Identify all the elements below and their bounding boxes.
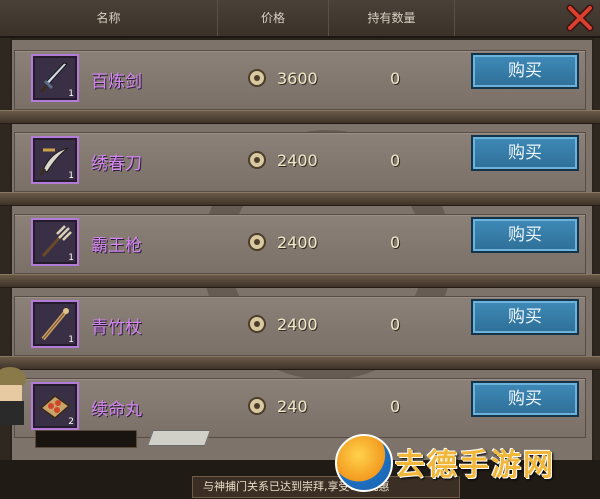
item-quantity: 1 [68,335,74,345]
item-name: 续命丸 [91,400,142,420]
coin-icon [248,69,266,87]
buy-button[interactable]: 购买 [471,53,579,89]
shop-item-row: 1 绣春刀 2400 0 购买 [14,132,586,192]
shelf-divider [0,274,600,288]
item-owned-count: 0 [390,315,401,334]
item-slot[interactable]: 1 [31,54,79,102]
watermark-logo-icon [335,434,393,492]
item-price: 3600 [277,69,318,88]
item-quantity: 1 [68,171,74,181]
column-header-owned: 持有数量 [329,0,455,36]
buy-button[interactable]: 购买 [471,217,579,253]
item-slot[interactable]: 1 [31,136,79,184]
item-slot[interactable]: 2 [31,382,79,430]
column-header-price: 价格 [218,0,329,36]
coin-icon [248,397,266,415]
item-price: 2400 [277,151,318,170]
shelf-divider [0,356,600,370]
close-icon [566,4,594,32]
coin-icon [248,233,266,251]
item-slot[interactable]: 1 [31,218,79,266]
item-owned-count: 0 [390,397,401,416]
table-header: 名称 价格 持有数量 [0,0,600,38]
shop-item-row: 1 百炼剑 3600 0 购买 [14,50,586,110]
character-portrait [0,365,26,425]
item-price: 2400 [277,233,318,252]
item-quantity: 2 [68,417,74,427]
close-button[interactable] [566,4,594,32]
coin-icon [248,315,266,333]
column-header-name: 名称 [0,0,218,36]
watermark-text: 去德手游网 [395,448,555,483]
item-name: 百炼剑 [91,72,142,92]
item-price: 2400 [277,315,318,334]
buy-button[interactable]: 购买 [471,381,579,417]
shelf-divider [0,110,600,124]
item-owned-count: 0 [390,233,401,252]
buy-button[interactable]: 购买 [471,299,579,335]
shop-item-row: 1 霸王枪 2400 0 购买 [14,214,586,274]
item-owned-count: 0 [390,151,401,170]
item-owned-count: 0 [390,69,401,88]
item-name: 青竹杖 [91,318,142,338]
item-name: 霸王枪 [91,236,142,256]
shop-item-row: 2 续命丸 240 0 购买 [14,378,586,438]
item-price: 240 [277,397,308,416]
shop-item-row: 1 青竹杖 2400 0 购买 [14,296,586,356]
shelf-divider [0,192,600,206]
buy-button[interactable]: 购买 [471,135,579,171]
item-quantity: 1 [68,253,74,263]
item-slot[interactable]: 1 [31,300,79,348]
abacus-icon [35,430,137,448]
item-quantity: 1 [68,89,74,99]
coin-icon [248,151,266,169]
papers-icon [147,430,211,446]
item-name: 绣春刀 [91,154,142,174]
